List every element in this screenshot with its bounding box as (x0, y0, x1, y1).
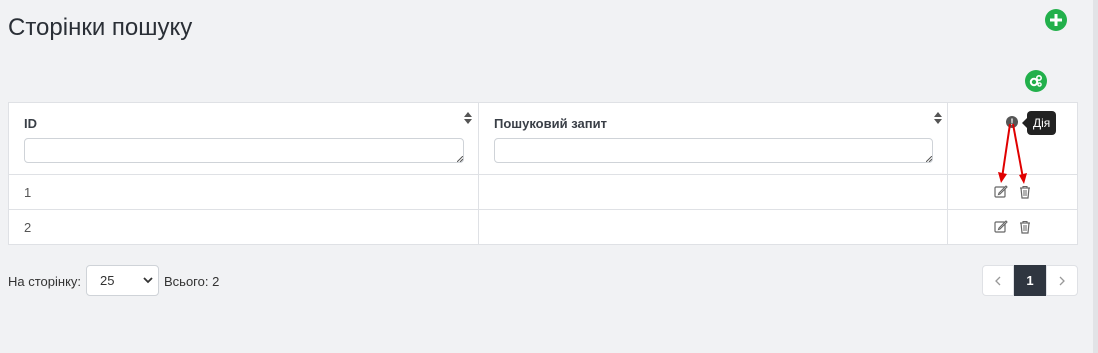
annotation-arrows (998, 123, 1027, 184)
page-title: Сторінки пошуку (8, 14, 193, 41)
per-page-label: На сторінку: (8, 274, 82, 289)
per-page-value: 25 (100, 273, 115, 288)
query-filter-input[interactable] (494, 138, 933, 163)
column-header-id[interactable]: ID (24, 116, 37, 131)
chevron-right-icon (1059, 276, 1065, 285)
row-divider (9, 209, 1077, 210)
chevron-down-icon (143, 277, 153, 284)
page-edge (1093, 0, 1098, 353)
cell-id: 1 (24, 185, 32, 200)
resize-grip-icon[interactable] (457, 156, 463, 162)
id-filter-input[interactable] (24, 138, 464, 163)
resize-grip-icon[interactable] (926, 156, 932, 162)
plus-icon (1050, 14, 1062, 26)
cell-id: 2 (24, 220, 32, 235)
sort-icon[interactable] (934, 112, 942, 124)
next-page-button[interactable] (1046, 265, 1078, 296)
delete-icon[interactable] (1018, 220, 1032, 234)
prev-page-button[interactable] (982, 265, 1014, 296)
chevron-left-icon (995, 276, 1001, 285)
column-header-query[interactable]: Пошуковий запит (494, 116, 607, 131)
edit-icon[interactable] (994, 220, 1008, 234)
add-button[interactable] (1045, 9, 1067, 31)
per-page-select[interactable]: 25 (86, 265, 159, 296)
total-count: Всього: 2 (164, 274, 220, 289)
page-button-1[interactable]: 1 (1014, 265, 1046, 296)
data-grid: ID Пошуковий запит 1 2 (8, 102, 1078, 245)
gears-icon (1029, 74, 1043, 87)
pagination: 1 (982, 265, 1078, 296)
sort-icon[interactable] (464, 112, 472, 124)
settings-button[interactable] (1025, 70, 1047, 92)
row-divider (9, 174, 1077, 175)
